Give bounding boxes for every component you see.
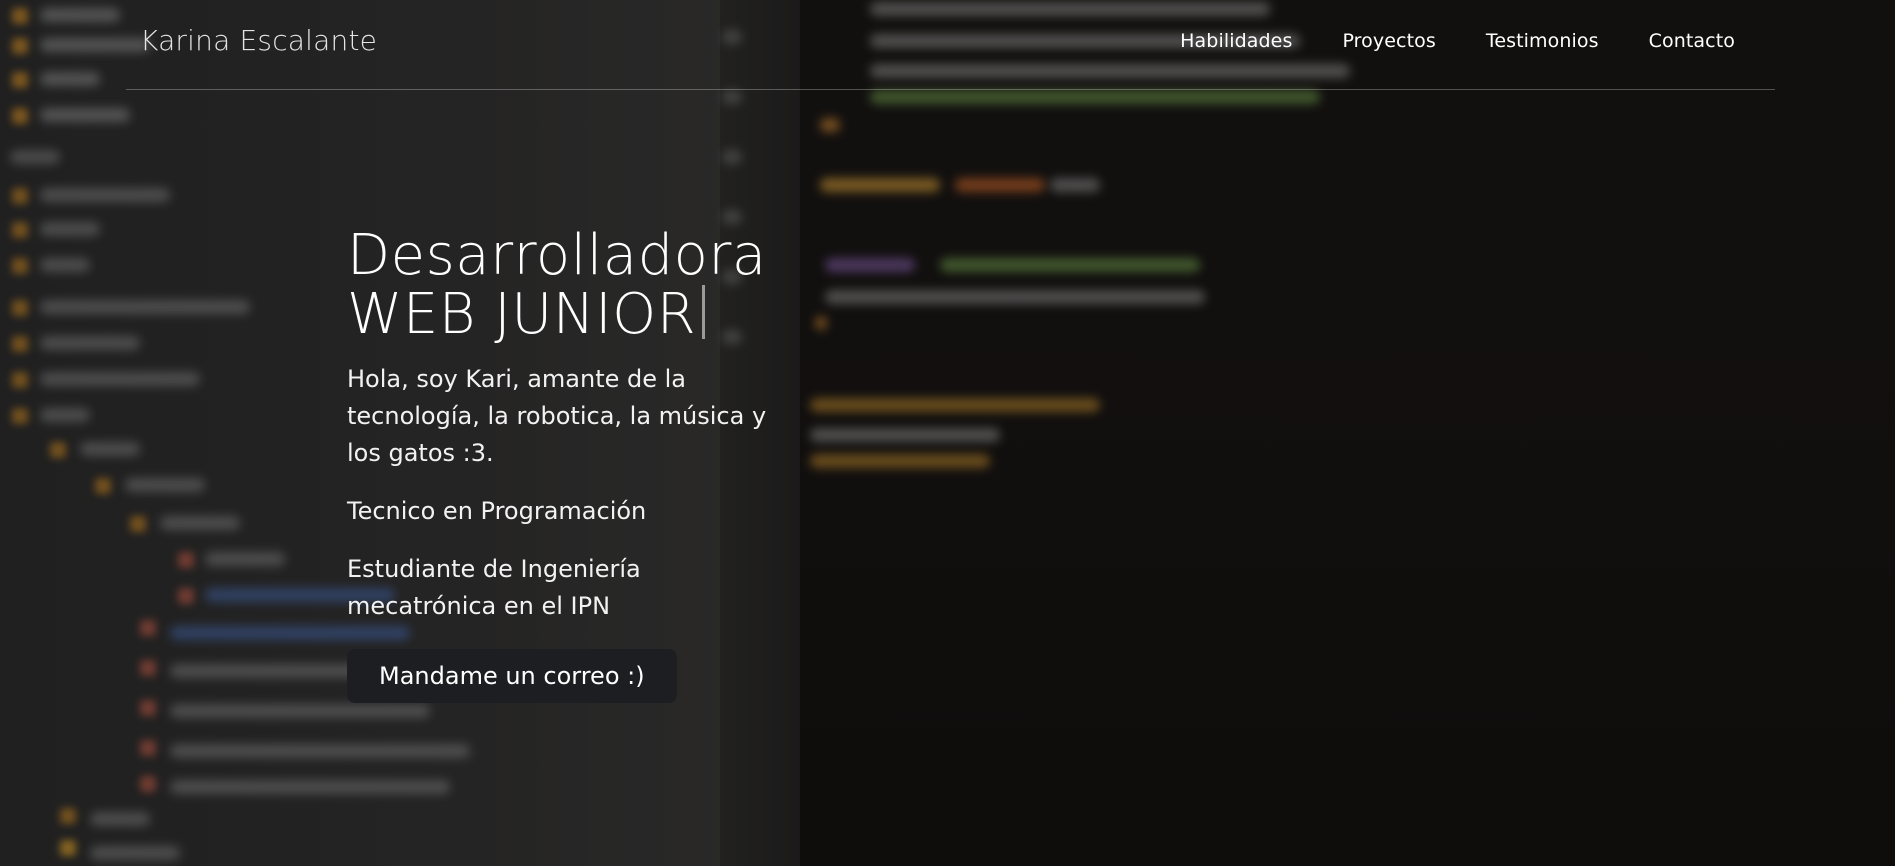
nav-link-testimonios[interactable]: Testimonios — [1486, 30, 1599, 52]
nav-link-proyectos[interactable]: Proyectos — [1342, 30, 1435, 52]
hero-title-line-2-text: WEB JUNIOR — [347, 282, 697, 347]
brand-name[interactable]: Karina Escalante — [140, 24, 377, 57]
hero-title-line-1: Desarrolladora — [347, 223, 767, 288]
hero-intro: Hola, soy Kari, amante de la tecnología,… — [347, 365, 767, 467]
code-editor-background — [0, 0, 1895, 866]
hero-study: Estudiante de Ingeniería mecatrónica en … — [347, 555, 641, 620]
landing-page: Karina Escalante Habilidades Proyectos T… — [0, 0, 1895, 866]
email-me-button[interactable]: Mandame un correo :) — [347, 649, 677, 703]
nav-link-habilidades[interactable]: Habilidades — [1180, 30, 1292, 52]
typing-cursor — [702, 285, 706, 339]
nav-link-contacto[interactable]: Contacto — [1649, 30, 1735, 52]
header-divider — [126, 89, 1775, 90]
hero-title: Desarrolladora WEB JUNIOR — [347, 226, 807, 344]
main-nav: Habilidades Proyectos Testimonios Contac… — [1180, 30, 1735, 52]
hero-section: Desarrolladora WEB JUNIOR Hola, soy Kari… — [347, 226, 807, 703]
hero-career: Tecnico en Programación — [347, 497, 647, 525]
hero-title-line-2: WEB JUNIOR — [347, 285, 807, 344]
